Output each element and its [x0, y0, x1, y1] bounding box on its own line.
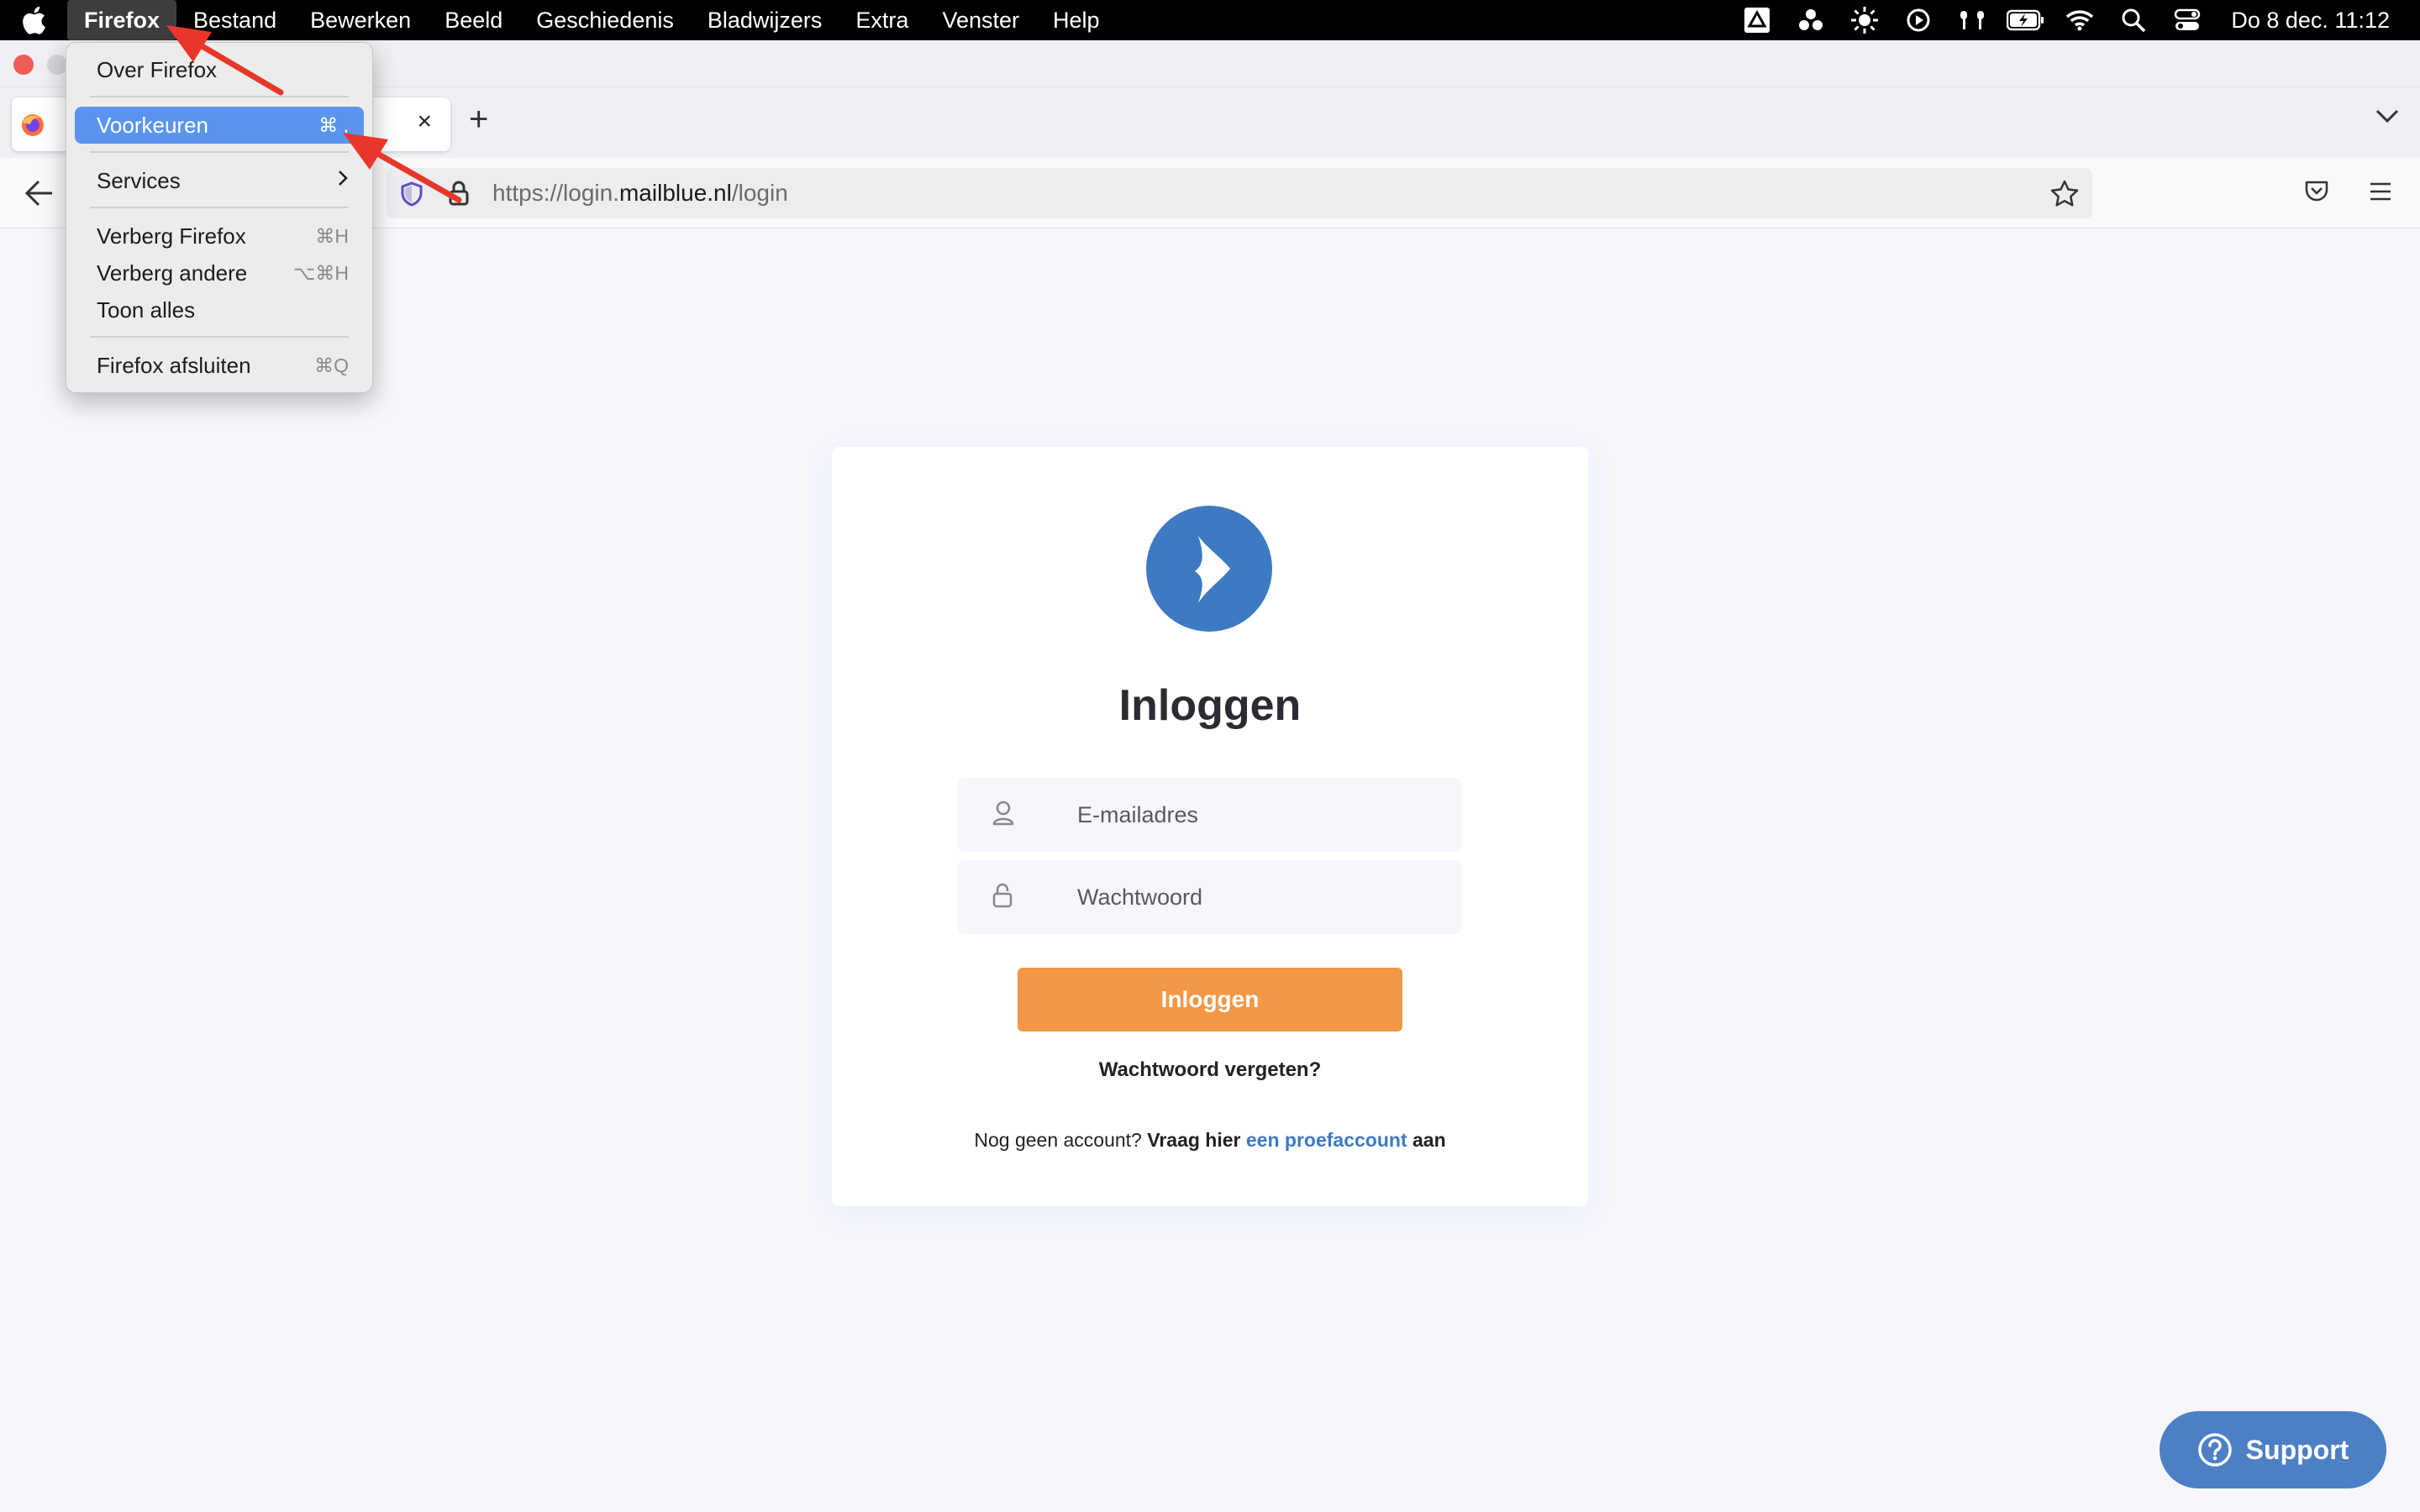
dots-icon[interactable] — [1784, 7, 1838, 34]
email-input[interactable] — [1076, 778, 1445, 852]
tab-close-icon[interactable]: × — [417, 108, 432, 136]
minimize-window-button[interactable] — [47, 55, 67, 75]
airpods-icon[interactable] — [1945, 8, 1999, 33]
menu-item-about-firefox[interactable]: Over Firefox — [75, 51, 364, 88]
menu-separator — [90, 96, 349, 97]
url-scheme: https://login. — [492, 180, 619, 206]
page-title: Inloggen — [1118, 681, 1302, 730]
menu-item-label: Over Firefox — [97, 56, 218, 82]
menu-item-preferences[interactable]: Voorkeuren ⌘ , — [75, 107, 364, 144]
menu-item-quit-firefox[interactable]: Firefox afsluiten ⌘Q — [75, 347, 364, 384]
menu-item-label: Verberg andere — [97, 260, 248, 286]
drive-icon[interactable] — [1730, 7, 1784, 34]
mailblue-logo-icon — [1146, 506, 1272, 632]
menu-bewerken[interactable]: Bewerken — [293, 0, 428, 40]
shield-icon[interactable] — [400, 181, 424, 211]
menu-item-label: Voorkeuren — [97, 112, 208, 138]
menu-separator — [90, 207, 349, 208]
menu-item-shortcut: ⌘Q — [314, 354, 349, 376]
help-circle-icon — [2197, 1433, 2232, 1467]
menu-separator — [90, 151, 349, 153]
bookmark-star-icon[interactable] — [2050, 180, 2079, 211]
url-host: mailblue.nl — [618, 180, 732, 206]
password-field[interactable] — [958, 860, 1462, 934]
menubar-clock[interactable]: Do 8 dec. 11:12 — [2231, 8, 2390, 34]
menu-item-shortcut: ⌘ , — [318, 113, 349, 136]
menu-item-label: Toon alles — [97, 297, 196, 323]
url-bar[interactable]: https://login.mailblue.nl/login — [387, 168, 2092, 218]
menu-venster[interactable]: Venster — [925, 0, 1036, 40]
menu-item-shortcut: ⌘H — [315, 224, 349, 247]
chevron-down-icon[interactable] — [2375, 108, 2400, 129]
url-text[interactable]: https://login.mailblue.nl/login — [492, 180, 788, 207]
menu-item-hide-firefox[interactable]: Verberg Firefox ⌘H — [75, 218, 364, 255]
password-input[interactable] — [1076, 860, 1445, 934]
menu-item-show-all[interactable]: Toon alles — [75, 291, 364, 328]
email-field[interactable] — [958, 778, 1462, 852]
new-tab-button[interactable]: + — [469, 102, 488, 136]
spotlight-search-icon[interactable] — [2107, 8, 2160, 33]
control-center-icon[interactable] — [2160, 8, 2214, 32]
chevron-right-icon — [337, 169, 349, 192]
signup-bold-text: aan — [1412, 1129, 1446, 1151]
support-button[interactable]: Support — [2160, 1411, 2386, 1488]
login-button[interactable]: Inloggen — [1018, 968, 1402, 1032]
menu-bestand[interactable]: Bestand — [176, 0, 293, 40]
signup-bold-text: Vraag hier — [1147, 1129, 1241, 1151]
menu-beeld[interactable]: Beeld — [428, 0, 519, 40]
firefox-favicon-icon — [20, 113, 45, 142]
play-icon[interactable] — [1891, 8, 1945, 33]
menu-bladwijzers[interactable]: Bladwijzers — [691, 0, 839, 40]
close-window-button[interactable] — [13, 55, 34, 75]
menu-item-label: Firefox afsluiten — [97, 352, 251, 378]
menu-item-label: Verberg Firefox — [97, 223, 246, 249]
user-icon — [992, 800, 1015, 831]
lock-icon[interactable] — [447, 180, 471, 211]
apple-menu-icon[interactable] — [0, 6, 67, 34]
wifi-icon[interactable] — [2053, 9, 2107, 31]
menu-item-hide-others[interactable]: Verberg andere ⌥⌘H — [75, 255, 364, 291]
brightness-icon[interactable] — [1838, 6, 1891, 34]
menu-separator — [90, 336, 349, 338]
macos-menubar: Firefox Bestand Bewerken Beeld Geschiede… — [0, 0, 2420, 40]
back-arrow-icon[interactable] — [24, 178, 55, 213]
hamburger-menu-icon[interactable] — [2368, 181, 2393, 206]
login-card: Inloggen Inloggen Wachtwoord vergeten? N… — [832, 447, 1588, 1206]
signup-line: Nog geen account? Vraag hier een proefac… — [832, 1129, 1588, 1152]
menu-item-services[interactable]: Services — [75, 162, 364, 199]
firefox-app-menu: Over Firefox Voorkeuren ⌘ , Services Verb… — [66, 42, 373, 393]
menu-item-label: Services — [97, 167, 181, 193]
support-label: Support — [2245, 1434, 2349, 1465]
url-path: /login — [731, 180, 788, 206]
menu-extra[interactable]: Extra — [839, 0, 925, 40]
menu-geschiedenis[interactable]: Geschiedenis — [519, 0, 691, 40]
battery-icon[interactable] — [1999, 9, 2053, 31]
menu-firefox[interactable]: Firefox — [67, 0, 177, 40]
menu-item-shortcut: ⌥⌘H — [292, 261, 349, 284]
trial-account-link[interactable]: een proefaccount — [1246, 1129, 1407, 1151]
forgot-password-link[interactable]: Wachtwoord vergeten? — [832, 1058, 1588, 1082]
menu-help[interactable]: Help — [1036, 0, 1117, 40]
pocket-icon[interactable] — [2304, 180, 2329, 207]
signup-prefix: Nog geen account? — [974, 1129, 1142, 1151]
lock-icon — [992, 882, 1013, 913]
